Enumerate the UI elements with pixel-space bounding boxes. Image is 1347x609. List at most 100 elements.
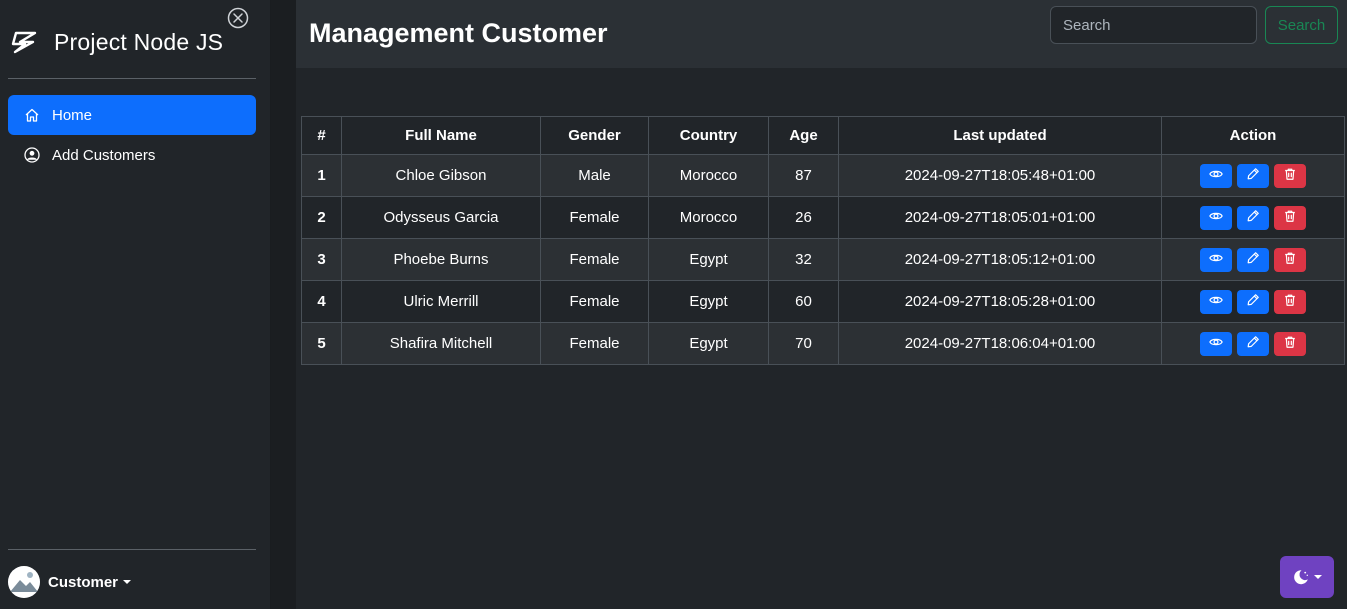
cell-full-name: Odysseus Garcia [341,196,541,239]
cell-age: 32 [768,238,839,281]
edit-button[interactable] [1237,205,1269,230]
cell-actions [1161,280,1345,323]
table-row: 2 Odysseus Garcia Female Morocco 26 2024-09-2… [301,196,1345,239]
cell-country: Egypt [648,322,769,365]
cell-actions [1161,196,1345,239]
cell-last-updated: 2024-09-27T18:05:12+01:00 [838,238,1162,281]
delete-button[interactable] [1274,163,1306,188]
home-icon [24,107,40,123]
row-actions [1162,289,1344,314]
sidebar-item-label: Add Customers [52,146,156,164]
avatar [8,566,40,598]
eye-icon [1209,209,1223,226]
customers-table-wrapper: # Full Name Gender Country Age Last upda… [301,116,1345,365]
cell-actions [1161,322,1345,365]
column-header-last-updated: Last updated [838,116,1162,155]
cell-gender: Female [540,280,649,323]
cell-age: 26 [768,196,839,239]
edit-button[interactable] [1237,289,1269,314]
cell-country: Morocco [648,154,769,197]
pencil-icon [1246,167,1260,184]
search-button[interactable]: Search [1265,6,1338,44]
cell-actions [1161,238,1345,281]
view-button[interactable] [1200,205,1232,230]
trash-icon [1283,293,1297,310]
edit-button[interactable] [1237,163,1269,188]
caret-down-icon [123,580,132,584]
edit-button[interactable] [1237,331,1269,356]
view-button[interactable] [1200,289,1232,314]
page-title: Management Customer [309,18,608,48]
sidebar-item-home[interactable]: Home [8,95,256,135]
delete-button[interactable] [1274,289,1306,314]
caret-down-icon [1314,575,1322,579]
brand[interactable]: Project Node JS [10,22,223,62]
cell-actions [1161,154,1345,197]
sidebar: Project Node JS Home Add Customers Custo… [0,0,271,609]
view-button[interactable] [1200,163,1232,188]
cell-number: 4 [301,280,342,323]
cell-number: 2 [301,196,342,239]
delete-button[interactable] [1274,205,1306,230]
cell-country: Egypt [648,280,769,323]
sidebar-divider-top [8,78,256,79]
table-row: 5 Shafira Mitchell Female Egypt 70 2024-09-27… [301,322,1345,365]
cell-gender: Male [540,154,649,197]
cell-gender: Female [540,322,649,365]
cell-full-name: Chloe Gibson [341,154,541,197]
cell-number: 1 [301,154,342,197]
column-header-gender: Gender [540,116,649,155]
trash-icon [1283,167,1297,184]
top-header: Management Customer Search [296,0,1347,68]
eye-icon [1209,335,1223,352]
cell-last-updated: 2024-09-27T18:06:04+01:00 [838,322,1162,365]
cell-number: 3 [301,238,342,281]
close-circle-icon [227,7,249,29]
sidebar-close-button[interactable] [226,6,250,30]
search-input[interactable] [1050,6,1257,44]
cell-country: Egypt [648,238,769,281]
trash-icon [1283,251,1297,268]
user-menu-toggle[interactable]: Customer [8,566,132,598]
cell-gender: Female [540,196,649,239]
row-actions [1162,247,1344,272]
delete-button[interactable] [1274,331,1306,356]
cell-full-name: Phoebe Burns [341,238,541,281]
eye-icon [1209,167,1223,184]
edit-button[interactable] [1237,247,1269,272]
column-header-action: Action [1161,116,1345,155]
row-actions [1162,163,1344,188]
customers-table: # Full Name Gender Country Age Last upda… [301,116,1345,365]
cell-age: 87 [768,154,839,197]
cell-gender: Female [540,238,649,281]
table-row: 4 Ulric Merrill Female Egypt 60 2024-09-27T18… [301,280,1345,323]
column-header-country: Country [648,116,769,155]
theme-toggle-button[interactable] [1280,556,1334,598]
trash-icon [1283,335,1297,352]
column-header-full-name: Full Name [341,116,541,155]
sidebar-item-label: Home [52,106,93,124]
moon-stars-icon [1294,570,1308,585]
cell-last-updated: 2024-09-27T18:05:01+01:00 [838,196,1162,239]
pencil-icon [1246,335,1260,352]
column-header-number: # [301,116,342,155]
sidebar-nav: Home Add Customers [8,95,256,175]
table-row: 1 Chloe Gibson Male Morocco 87 2024-09-27T18:… [301,154,1345,197]
cell-age: 60 [768,280,839,323]
pencil-icon [1246,209,1260,226]
user-circle-icon [24,147,40,163]
delete-button[interactable] [1274,247,1306,272]
table-header: # Full Name Gender Country Age Last upda… [301,116,1345,155]
view-button[interactable] [1200,331,1232,356]
view-button[interactable] [1200,247,1232,272]
row-actions [1162,205,1344,230]
brand-title: Project Node JS [54,28,224,55]
cell-last-updated: 2024-09-27T18:05:48+01:00 [838,154,1162,197]
sidebar-divider-bottom [8,549,256,550]
sidebar-item-add-customers[interactable]: Add Customers [8,135,256,175]
lightning-logo-icon [10,27,40,57]
app-root: Project Node JS Home Add Customers Custo… [0,0,1347,609]
cell-number: 5 [301,322,342,365]
trash-icon [1283,209,1297,226]
column-header-age: Age [768,116,839,155]
